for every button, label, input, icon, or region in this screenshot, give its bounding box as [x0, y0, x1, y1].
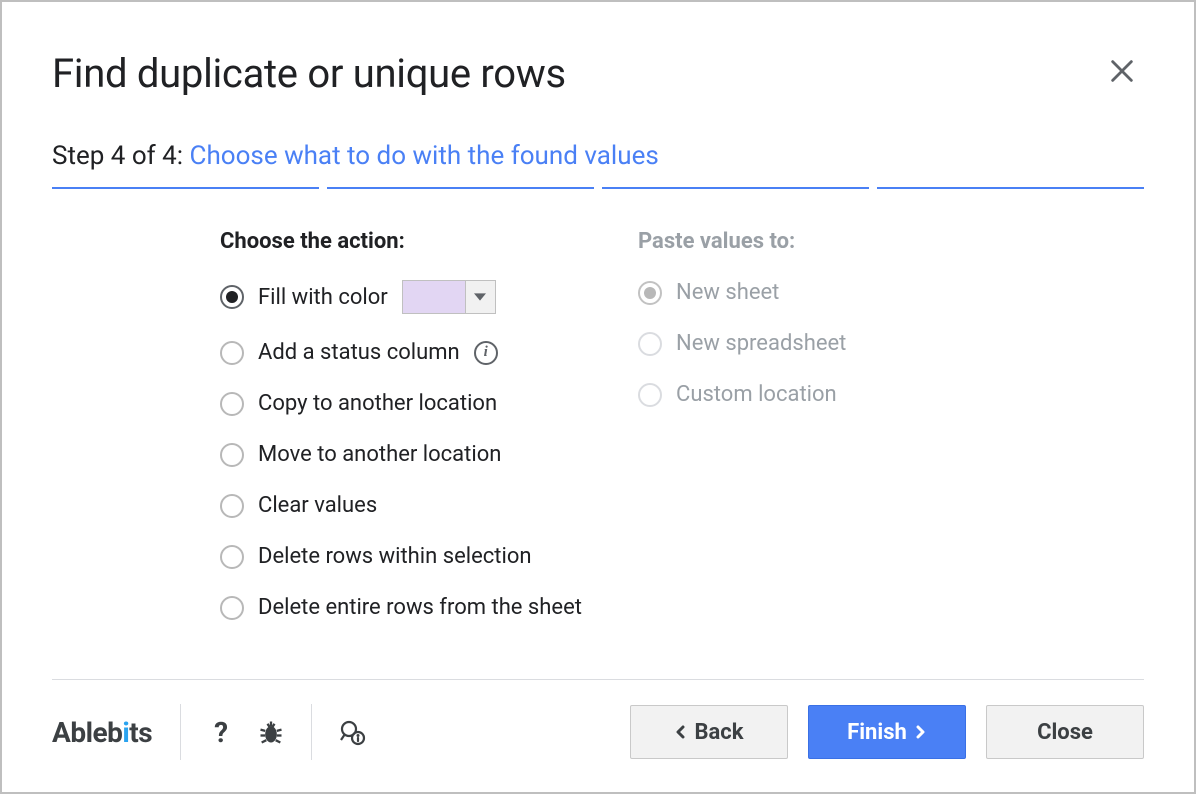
action-heading: Choose the action: [220, 229, 638, 254]
bug-icon[interactable] [257, 718, 285, 746]
radio-delete-entire[interactable] [220, 596, 244, 620]
radio-custom-location [638, 383, 662, 407]
radio-delete-selection[interactable] [220, 545, 244, 569]
search-info-icon[interactable] [338, 718, 366, 746]
paste-heading: Paste values to: [638, 229, 1144, 254]
info-icon[interactable]: i [474, 341, 498, 365]
finish-button-label: Finish [847, 720, 907, 745]
label-custom-location: Custom location [676, 382, 837, 407]
label-new-sheet: New sheet [676, 280, 779, 305]
radio-new-sheet [638, 281, 662, 305]
label-new-spreadsheet: New spreadsheet [676, 331, 846, 356]
radio-copy[interactable] [220, 392, 244, 416]
dialog-title: Find duplicate or unique rows [52, 50, 1144, 97]
label-add-status: Add a status column [258, 340, 460, 365]
label-delete-entire: Delete entire rows from the sheet [258, 595, 582, 620]
color-swatch [403, 281, 465, 313]
step-subtitle: Choose what to do with the found values [190, 141, 659, 171]
close-button-label: Close [1037, 720, 1093, 745]
color-picker[interactable] [402, 280, 496, 314]
radio-fill-color[interactable] [220, 285, 244, 309]
back-button[interactable]: Back [630, 705, 788, 759]
label-move: Move to another location [258, 442, 501, 467]
help-icon[interactable]: ? [207, 716, 235, 749]
radio-add-status[interactable] [220, 341, 244, 365]
radio-new-spreadsheet [638, 332, 662, 356]
chevron-down-icon [465, 281, 495, 313]
finish-button[interactable]: Finish [808, 705, 966, 759]
radio-move[interactable] [220, 443, 244, 467]
brand-logo: Ablebits [52, 716, 180, 749]
close-icon[interactable] [1108, 57, 1136, 85]
close-button[interactable]: Close [986, 705, 1144, 759]
label-copy: Copy to another location [258, 391, 497, 416]
back-button-label: Back [694, 720, 743, 745]
radio-clear[interactable] [220, 494, 244, 518]
label-fill-color: Fill with color [258, 285, 388, 310]
progress-bar [52, 187, 1144, 189]
label-clear: Clear values [258, 493, 377, 518]
step-indicator: Step 4 of 4: Choose what to do with the … [52, 141, 1144, 171]
step-prefix: Step 4 of 4: [52, 141, 190, 171]
label-delete-selection: Delete rows within selection [258, 544, 532, 569]
